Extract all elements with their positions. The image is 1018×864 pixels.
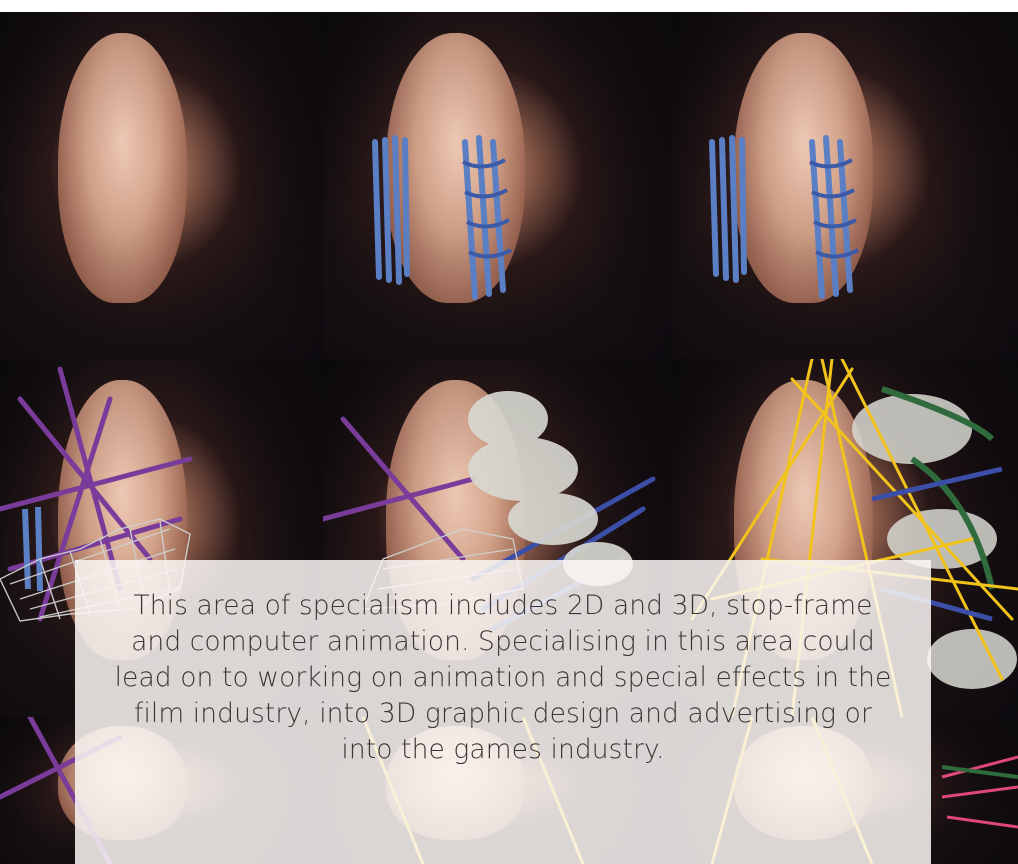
page: This area of specialism includes 2D and …	[0, 0, 1018, 864]
gallery-tile-portrait-blue-weave[interactable]	[323, 12, 672, 359]
gallery-tile-portrait-blue-weave-2[interactable]	[672, 12, 1018, 359]
blue-weave-artwork	[372, 135, 512, 300]
description-panel: This area of specialism includes 2D and …	[75, 560, 931, 864]
blue-weave-artwork	[709, 135, 859, 299]
gallery-tile-portrait-plain[interactable]	[0, 12, 323, 359]
description-text: This area of specialism includes 2D and …	[114, 590, 892, 765]
